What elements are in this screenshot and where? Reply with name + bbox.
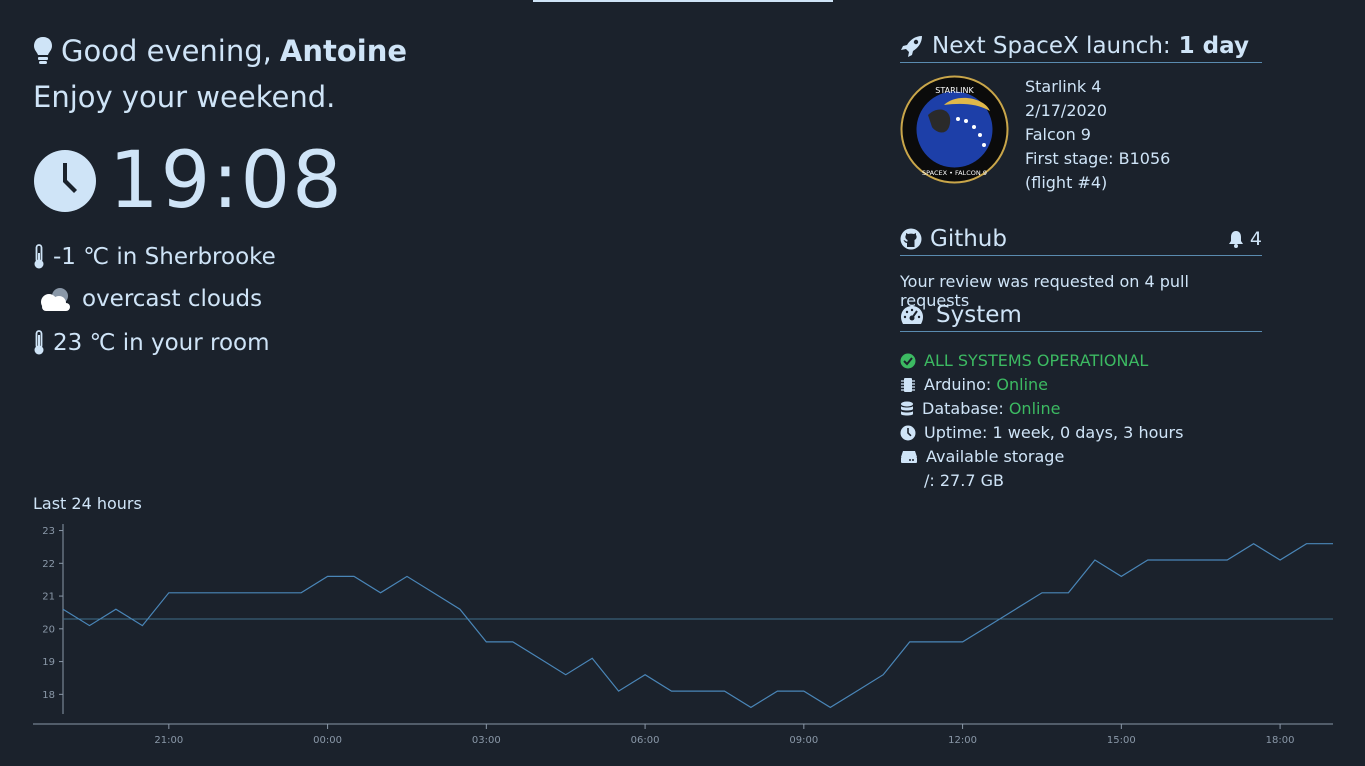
system-status-text: ALL SYSTEMS OPERATIONAL (924, 351, 1149, 370)
mission-patch: STARLINK SPACEX • FALCON 9 (900, 75, 1009, 184)
arduino-label: Arduino: (924, 375, 992, 394)
hard-drive-icon (901, 451, 917, 463)
microchip-icon (901, 378, 915, 392)
gauge-icon (901, 306, 923, 324)
lightbulb-icon (34, 37, 52, 64)
top-indicator-bar (533, 0, 833, 2)
x-tick-label: 21:00 (154, 735, 183, 746)
spacex-title-prefix: Next SpaceX launch: (932, 33, 1171, 59)
greeting: Good evening, Antoine (33, 34, 407, 68)
storage-label: Available storage (926, 447, 1065, 466)
y-tick-label: 21 (42, 592, 55, 603)
y-tick-label: 20 (42, 624, 55, 635)
launch-date: 2/17/2020 (1025, 101, 1108, 120)
x-tick-label: 00:00 (313, 735, 342, 746)
flight-number: (flight #4) (1025, 173, 1108, 192)
spacex-header: Next SpaceX launch: 1 day (900, 33, 1262, 63)
y-tick-label: 18 (42, 690, 55, 701)
system-status: ALL SYSTEMS OPERATIONAL (900, 349, 1262, 373)
y-tick-label: 19 (42, 657, 55, 668)
temperature-series-line (62, 542, 1333, 709)
x-tick-label: 03:00 (472, 735, 501, 746)
rocket-name: Falcon 9 (1025, 125, 1091, 144)
x-tick-label: 12:00 (948, 735, 977, 746)
spacex-countdown: 1 day (1178, 33, 1249, 59)
chart-title: Last 24 hours (33, 494, 142, 513)
bell-icon (1228, 231, 1243, 248)
x-tick-label: 18:00 (1266, 735, 1295, 746)
patch-top-text: STARLINK (935, 86, 974, 95)
notification-count: 4 (1249, 228, 1262, 250)
indoor-temperature-text: 23 ℃ in your room (53, 330, 270, 356)
system-header: System (900, 302, 1262, 332)
system-title: System (936, 302, 1022, 328)
y-tick-label: 22 (42, 559, 55, 570)
thermometer-icon (34, 330, 44, 355)
user-name: Antoine (279, 34, 408, 68)
storage-value: /: 27.7 GB (924, 471, 1004, 490)
github-panel: Github 4 Your review was requested on 4 … (900, 226, 1262, 310)
arduino-status: Arduino: Online (900, 373, 1262, 397)
clock-time: 19:08 (109, 136, 344, 226)
database-value: Online (1008, 399, 1061, 418)
x-tick-label: 09:00 (789, 735, 818, 746)
outdoor-temperature-text: -1 ℃ in Sherbrooke (53, 244, 276, 270)
storage: Available storage (900, 445, 1262, 469)
clock-icon (34, 150, 96, 212)
cloud-icon (41, 288, 70, 311)
y-tick-label: 23 (42, 526, 55, 537)
uptime-text: Uptime: 1 week, 0 days, 3 hours (924, 423, 1184, 442)
database-status: Database: Online (900, 397, 1262, 421)
mission-name: Starlink 4 (1025, 77, 1102, 96)
greeting-subtitle: Enjoy your weekend. (33, 80, 336, 114)
first-stage: First stage: B1056 (1025, 149, 1171, 168)
x-tick-label: 06:00 (631, 735, 660, 746)
github-title: Github (930, 226, 1007, 252)
spacex-panel: Next SpaceX launch: 1 day STARLINK SPACE… (900, 33, 1262, 195)
indoor-temperature: 23 ℃ in your room (33, 330, 270, 356)
outdoor-temperature: -1 ℃ in Sherbrooke (33, 244, 276, 270)
clock-icon (900, 425, 916, 441)
rocket-icon (901, 36, 922, 57)
thermometer-icon (34, 244, 44, 269)
notifications[interactable]: 4 (1228, 228, 1262, 250)
github-icon (900, 228, 922, 250)
arduino-value: Online (996, 375, 1049, 394)
system-panel: System ALL SYSTEMS OPERATIONAL Arduino: … (900, 302, 1262, 493)
temperature-chart: 18 19 20 21 22 23 21:00 00:00 03:00 06:00 09:00 12:… (33, 524, 1333, 746)
weather-condition-text: overcast clouds (82, 286, 263, 312)
database-icon (901, 401, 913, 416)
x-tick-label: 15:00 (1107, 735, 1136, 746)
weather-condition: overcast clouds (38, 285, 262, 313)
github-header: Github 4 (900, 226, 1262, 256)
patch-bottom-text: SPACEX • FALCON 9 (922, 169, 987, 177)
check-circle-icon (900, 353, 916, 369)
uptime: Uptime: 1 week, 0 days, 3 hours (900, 421, 1262, 445)
greeting-prefix: Good evening, (61, 34, 272, 68)
database-label: Database: (922, 399, 1004, 418)
clock: 19:08 (33, 136, 344, 226)
